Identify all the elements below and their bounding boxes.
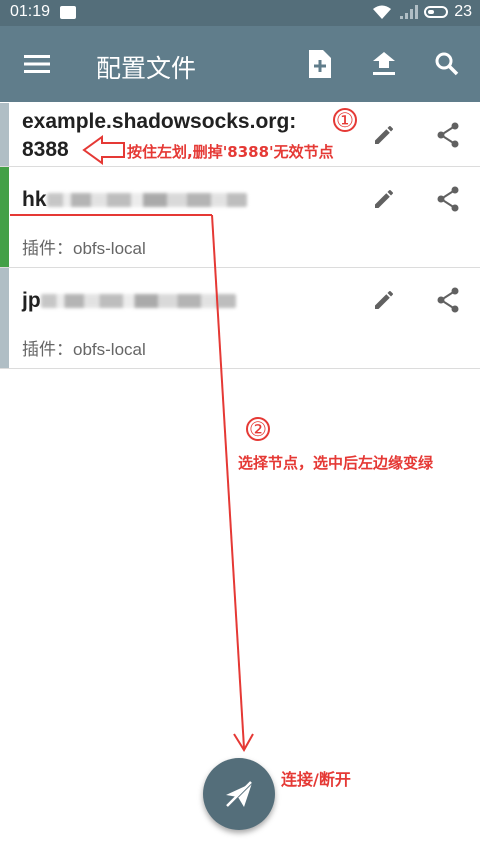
annotation-note-3: 连接/断开 [281,770,351,789]
annotation-note-2: 选择节点，选中后左边缘变绿 [238,454,434,472]
profile-name: example.shadowsocks.org: [22,110,297,133]
annotation-marker-1: ① [333,108,357,132]
edit-icon[interactable] [364,115,404,155]
app-toolbar: 配置文件 [0,26,480,102]
add-file-icon[interactable] [292,26,348,102]
selection-edge [0,103,9,166]
battery-icon [424,6,449,18]
plugin-info: 插件：obfs-local [22,239,146,258]
edit-icon[interactable] [364,179,404,219]
search-icon[interactable] [419,26,475,102]
redacted-host [40,294,236,309]
status-time: 01:19 [10,3,51,20]
wifi-icon [373,5,392,19]
status-right: 23 [372,3,472,21]
share-icon[interactable] [428,280,468,320]
share-icon[interactable] [428,115,468,155]
upload-icon[interactable] [356,26,412,102]
menu-icon[interactable] [9,26,65,102]
annotation-marker-2: ② [246,417,270,441]
selection-edge [0,167,9,267]
status-bar: 01:19 23 [0,0,480,26]
profile-name: hk [22,188,247,212]
profile-item-hk[interactable]: hk 插件：obfs-local [0,167,480,268]
redacted-host [46,193,247,208]
selection-edge [0,268,9,368]
connect-button[interactable] [203,758,275,830]
plugin-info: 插件：obfs-local [22,340,146,359]
page-title: 配置文件 [96,55,197,83]
edit-icon[interactable] [364,280,404,320]
annotation-note-1: 按住左划,删掉'8388'无效节点 [127,143,334,161]
share-icon[interactable] [428,179,468,219]
battery-level: 23 [454,3,472,20]
news-icon [60,6,76,19]
profile-item-jp[interactable]: jp 插件：obfs-local [0,268,480,369]
airplane-icon [226,781,253,807]
signal-icon [400,5,419,19]
profile-port: 8388 [22,138,69,161]
profile-name: jp [22,289,236,313]
